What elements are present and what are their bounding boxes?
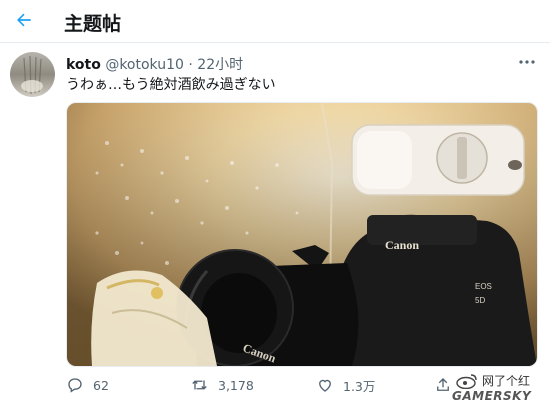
retweet-count: 3,178: [218, 377, 254, 393]
tweet-photo[interactable]: Canon EOS 5D Canon: [66, 102, 538, 367]
like-button[interactable]: 1.3万: [316, 374, 375, 396]
page-title: 主题帖: [64, 13, 122, 35]
watermark-text: 网了个红: [482, 374, 531, 388]
reply-button[interactable]: 62: [66, 374, 109, 396]
display-name[interactable]: koto: [66, 57, 101, 73]
like-icon: [319, 379, 331, 392]
more-icon: [519, 60, 535, 64]
watermark: 网了个红 GAMERSKY: [440, 372, 550, 406]
tweet-text: うわぁ…もう絶対酒飲み過ぎない: [66, 77, 276, 93]
page-header: 主题帖: [0, 0, 550, 43]
separator-dot: ·: [188, 57, 193, 73]
retweet-icon: [192, 380, 207, 390]
more-options-button[interactable]: [514, 52, 540, 72]
timestamp[interactable]: 22小时: [197, 57, 243, 73]
watermark-brand: GAMERSKY: [452, 389, 532, 403]
weibo-logo-icon: [456, 374, 477, 389]
camera-brand-label: Canon: [385, 238, 419, 252]
user-handle[interactable]: @kotoku10: [105, 57, 184, 73]
reply-icon: [68, 378, 82, 393]
camera-model-number-label: 5D: [475, 296, 485, 305]
back-button[interactable]: [8, 4, 40, 36]
tweet-author-line: koto @kotoku10 · 22小时: [66, 54, 243, 74]
arrow-left-icon: [17, 13, 31, 27]
like-count: 1.3万: [343, 378, 376, 394]
reply-count: 62: [93, 377, 109, 393]
avatar[interactable]: [10, 52, 55, 97]
camera-model-label: EOS: [475, 282, 492, 291]
retweet-button[interactable]: 3,178: [190, 374, 254, 396]
